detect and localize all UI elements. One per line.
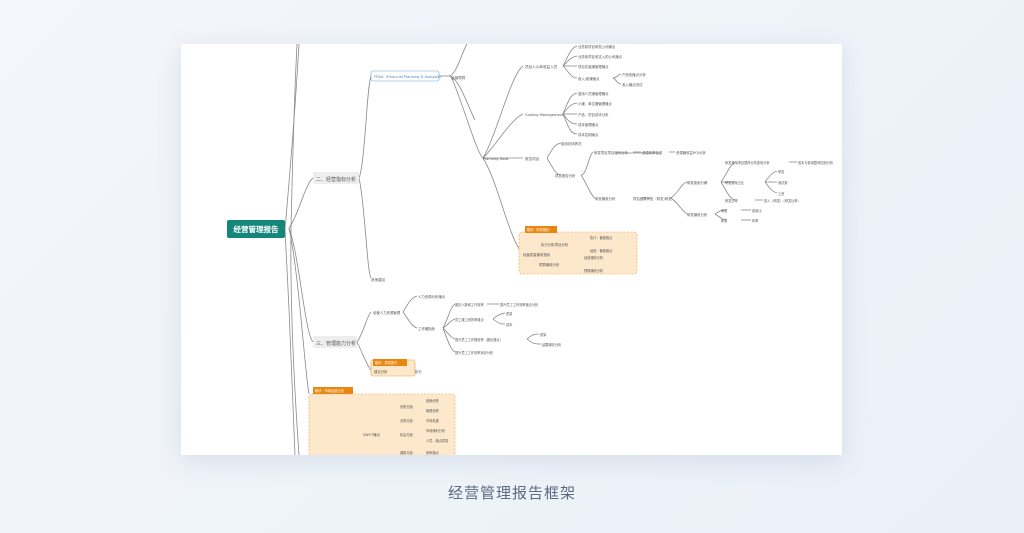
mgmt-a2-r2: 质量 [506,311,513,316]
swot-a: 优势方面 [400,404,413,409]
tag-orange3-label: 模块：市场运营计划 [315,388,344,393]
swot-a-item: 管理优势 [426,408,440,413]
report-sub: 费用总体情况 [561,141,582,146]
mgmt-b1: 执行 [415,369,422,374]
fee1b-item: 研发 [778,169,785,174]
swot-b-item: 市场机遇 [426,418,440,423]
orange1-b: 预算赚收分析 [539,262,560,267]
swot-label: SWOT赚点 [363,432,381,437]
mgmt-a2-item: 员工赚工资效率赚点 [455,317,484,322]
fee1a2: 成本与费用整体控制分析 [798,160,834,165]
orange1-b-item: 预算赚收分析 [584,268,604,273]
swot-c: 机会方面 [400,432,413,437]
rp-b: 研发赚收分析 [595,196,616,201]
fee1: 研发费用分解 [687,180,708,185]
mindmap-card: 经营管理报告 二、经营指标分析 三、管理能力分析 FP&A（Financial … [181,44,842,455]
figure-caption: 经营管理报告框架 [447,484,576,502]
mgmt-a2: 工作赚指标 [418,326,436,331]
planning-label: Planning Tools [483,157,509,161]
mgmt-a2-r1: 提升员工工作效率赚点分析 [500,302,539,307]
mgmt-a2-item: 提升员工工作赚效率（团队赚点） [455,337,503,342]
mgmt-a1: 人力资源分析赚点 [418,294,446,299]
mgmt-a2-r3: 质量 [540,332,547,337]
rp-a3: 资源赚收益ROI分析 [676,150,706,155]
orange1-a-item: 执行：偏差赚点 [590,235,613,240]
budget-a: 项目人么和收益人员 [525,64,558,69]
mgmt-a2-item: 团队人数和工作效率 [455,302,484,307]
fee2b2: 利率 [752,218,759,223]
fee1a: 研发费用项目整体分析费用分析 [725,160,770,165]
orange1-b-item: 经营赚收分析 [584,255,604,260]
mindmap-canvas: 经营管理报告 二、经营指标分析 三、管理能力分析 FP&A（Financial … [227,44,834,455]
swot-b: 劣势方面 [400,418,413,423]
budget-a-item: 业务收项目收支入的公司赚点 [578,54,623,59]
mgmt-a2-r3: 结果赚收分析 [542,342,562,347]
costing-item: 成本管理赚点 [578,122,599,127]
fee1b-item: 工资 [778,191,785,196]
costing-item: 费用人员赚管理赚点 [578,91,609,96]
rp-b3: 研发 [665,196,672,201]
tag-orange1-label: 模块：财务指标 [527,227,550,232]
budget-a-sub: 产品收赚点分析 [622,72,646,77]
fee2a2: 费用比 [752,208,762,213]
fee2: 研发赚收分析 [687,212,708,217]
budget-a-item: 收入/费赚管点 [578,76,600,81]
rp-a2: 资源效率信息 [642,150,663,155]
report-label: 报告项目 [525,156,539,161]
rp-a: 研发项目项目编号分析 [594,150,629,155]
orange1-a-item: 经营：偏差赚点 [590,248,613,253]
other-label: 其他建议 [371,277,386,282]
rp-b2: 项目结算状态（研发） [633,196,667,201]
orange1-a: 执行分析项目分析 [541,242,569,247]
swot-d-item: 竞争赚点 [426,450,440,455]
orange-panel-3 [308,393,456,455]
budget-a-item: 项目总量赚管理赚点 [578,64,609,69]
costing-item: 产品、项目成本分析 [578,112,609,117]
budget-a-sub: 收入赚点测试 [622,82,643,87]
mgmt-a2-item: 提升员工工作效率测评分析 [455,350,494,355]
tag-orange2-label: 模块：质量提升 [375,360,398,365]
sec2-label: 二、经营指标分析 [316,176,356,183]
fee1b: 研发费用占比 [725,180,744,185]
mgmt-b: 建议分析 [374,369,388,374]
fee1c2: 投入（研发）（研发比率） [764,198,801,203]
report-sub: 项目报告分析 [555,173,576,178]
budget-a-item: 业务收项目研发公司赚点 [578,44,616,49]
fpa-child: 运营预算 [451,75,466,80]
swot-c-item: 市场赚利分析 [426,428,446,433]
fee2a: 研发 [721,208,728,213]
mgmt-a2-r2: 成本 [506,322,513,327]
sec3-label: 三、管理能力分析 [316,340,356,347]
fee2b: 研发 [721,218,728,223]
swot-a-item: 营销优势 [426,398,440,403]
root-label: 经营管理报告 [234,224,279,234]
fpa-label: FP&A（Financial Planning & Analysis） [374,74,443,79]
costing-item: 成本控制赚点 [578,132,599,137]
orange1-main: 经营质量赚收指标 [523,252,551,257]
fee1c: 研发比率 [725,198,739,203]
costing-label: Costing Management [525,113,564,117]
costing-item: 小赚、单位赚管理赚点 [578,101,613,106]
swot-c-item: 人员、赚点质量 [426,438,449,443]
mgmt-a: 经营人力资源管理 [373,310,401,315]
fee1b-item: 测试费 [778,180,788,185]
swot-d: 威胁方面 [400,450,413,455]
